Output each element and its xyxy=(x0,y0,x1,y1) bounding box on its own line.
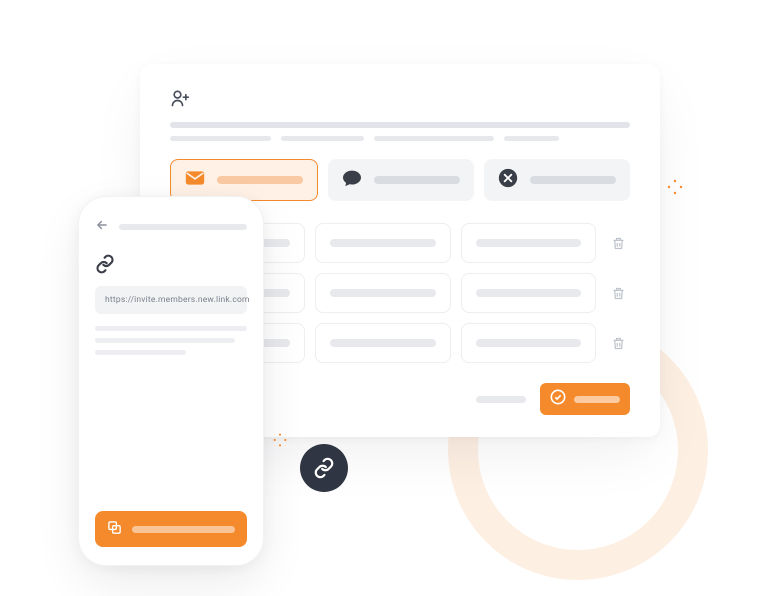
back-icon[interactable] xyxy=(95,217,109,236)
panel-title-placeholder xyxy=(170,122,630,128)
close-circle-icon xyxy=(498,168,518,192)
copy-icon xyxy=(107,520,122,539)
sparkle-icon xyxy=(272,432,288,448)
confirm-button[interactable] xyxy=(540,383,630,415)
chip-email[interactable] xyxy=(170,159,318,201)
chip-chat[interactable] xyxy=(328,159,474,201)
phone-title-placeholder xyxy=(119,224,247,230)
invite-url-box[interactable]: https://invite.members.new.link.com xyxy=(95,286,247,314)
link-icon xyxy=(95,254,247,278)
envelope-icon xyxy=(185,170,205,190)
grid-cell[interactable] xyxy=(461,223,596,263)
method-chips xyxy=(170,159,630,201)
add-user-icon xyxy=(170,88,630,112)
sparkle-icon xyxy=(666,178,684,196)
delete-row-button[interactable] xyxy=(606,223,630,263)
grid-cell[interactable] xyxy=(315,273,450,313)
chip-close[interactable] xyxy=(484,159,630,201)
panel-subtitle-placeholder xyxy=(170,136,630,141)
grid-cell[interactable] xyxy=(461,323,596,363)
delete-row-button[interactable] xyxy=(606,273,630,313)
grid-cell[interactable] xyxy=(315,323,450,363)
delete-row-button[interactable] xyxy=(606,323,630,363)
phone-mockup: https://invite.members.new.link.com xyxy=(78,196,264,566)
chat-bubble-icon xyxy=(342,169,362,191)
check-circle-icon xyxy=(550,389,566,409)
cancel-button[interactable] xyxy=(476,396,526,403)
copy-link-button[interactable] xyxy=(95,511,247,547)
phone-body-placeholder xyxy=(95,326,247,355)
grid-cell[interactable] xyxy=(461,273,596,313)
link-badge-icon xyxy=(300,444,348,492)
grid-cell[interactable] xyxy=(315,223,450,263)
